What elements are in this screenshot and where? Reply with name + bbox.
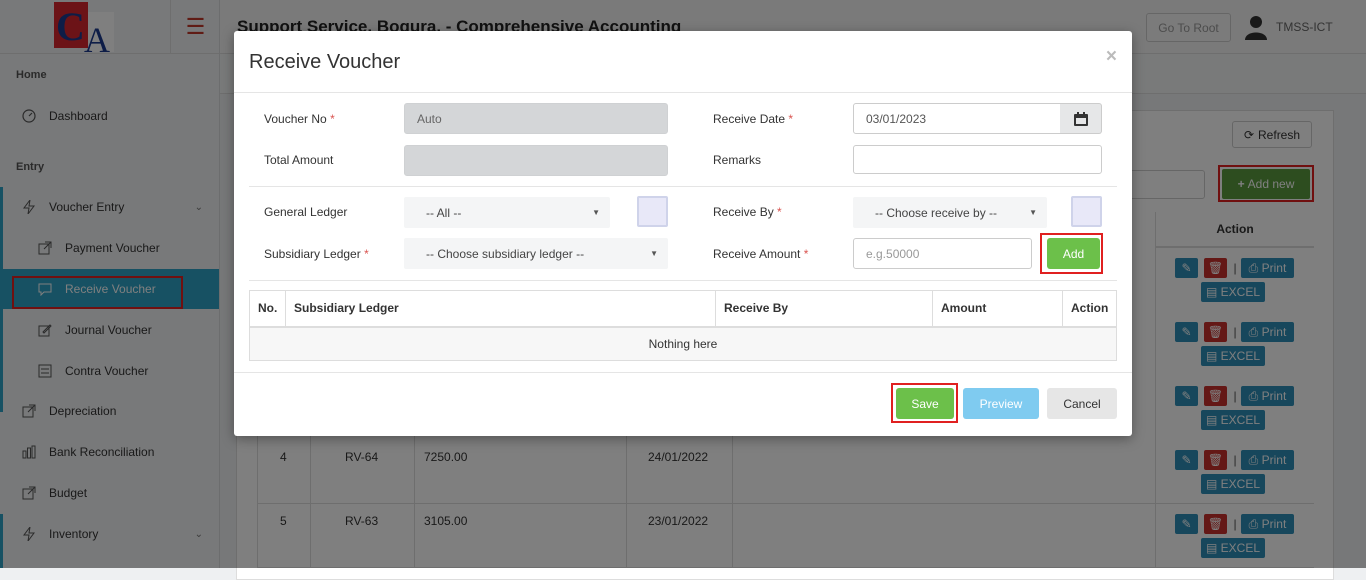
total-amount-label: Total Amount [264,153,334,167]
receive-amount-label: Receive Amount * [713,247,808,261]
add-button[interactable]: Add [1047,238,1100,269]
general-ledger-addon[interactable] [637,196,668,227]
caret-down-icon: ▼ [592,208,600,217]
voucher-detail-table: No. Subsidiary Ledger Receive By Amount … [249,290,1117,361]
voucher-no-field: Auto [404,103,668,134]
receive-by-label: Receive By * [713,205,782,219]
receive-by-select[interactable]: -- Choose receive by -- ▼ [853,197,1047,228]
select-value: -- Choose receive by -- [875,205,998,220]
close-icon[interactable]: × [1106,46,1117,68]
receive-amount-input[interactable]: e.g.50000 [853,238,1032,269]
receive-by-addon[interactable] [1071,196,1102,227]
receive-date-label: Receive Date * [713,112,793,126]
label-text: Voucher No [264,112,327,126]
column-header-no: No. [249,290,286,328]
label-text: Receive By [713,205,774,219]
column-header-amount: Amount [932,290,1063,328]
required-mark: * [364,247,369,261]
modal-header: Receive Voucher × [234,31,1132,93]
voucher-no-label: Voucher No * [264,112,335,126]
general-ledger-label: General Ledger [264,205,348,219]
required-mark: * [803,247,809,261]
modal-title: Receive Voucher [249,51,401,73]
required-mark: * [330,112,335,126]
caret-down-icon: ▼ [1029,208,1037,217]
subsidiary-ledger-select[interactable]: -- Choose subsidiary ledger -- ▼ [404,238,668,269]
label-text: Receive Amount [713,247,801,261]
general-ledger-select[interactable]: -- All -- ▼ [404,197,610,228]
divider [249,280,1117,281]
column-header-subsidiary-ledger: Subsidiary Ledger [285,290,716,328]
required-mark: * [788,112,794,126]
remarks-textarea[interactable] [853,145,1102,174]
label-text: Receive Date [713,112,786,126]
select-value: -- Choose subsidiary ledger -- [426,246,585,261]
preview-button[interactable]: Preview [963,388,1039,419]
receive-date-input[interactable]: 03/01/2023 [853,103,1061,134]
receive-voucher-modal: Receive Voucher × Voucher No * Auto Rece… [234,31,1132,436]
caret-down-icon: ▼ [650,249,658,258]
empty-state: Nothing here [249,326,1117,361]
divider [249,186,1117,187]
column-header-action: Action [1062,290,1117,328]
cancel-button[interactable]: Cancel [1047,388,1117,419]
calendar-icon[interactable] [1060,103,1102,134]
label-text: Subsidiary Ledger [264,247,361,261]
save-button[interactable]: Save [896,388,954,419]
subsidiary-ledger-label: Subsidiary Ledger * [264,247,369,261]
remarks-label: Remarks [713,153,762,167]
total-amount-field [404,145,668,176]
column-header-receive-by: Receive By [715,290,933,328]
required-mark: * [777,205,782,219]
select-value: -- All -- [426,205,462,220]
